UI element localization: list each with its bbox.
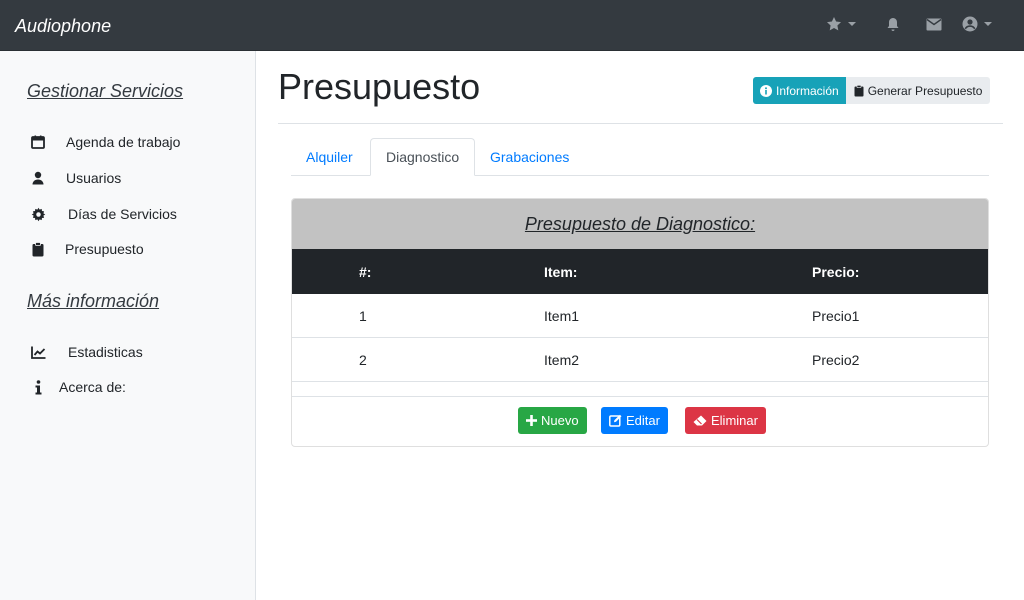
user-circle-icon	[962, 16, 978, 32]
info-button-label: Información	[776, 83, 839, 98]
bell-icon	[887, 17, 899, 31]
delete-button-label: Eliminar	[711, 413, 758, 428]
title-divider	[278, 123, 1003, 124]
cell-price: Precio2	[812, 351, 860, 368]
sidebar-item-label: Usuarios	[66, 170, 122, 186]
gear-icon	[30, 206, 46, 222]
cell-item: Item2	[544, 351, 580, 368]
generate-budget-label: Generar Presupuesto	[867, 83, 983, 98]
clipboard-icon	[30, 241, 46, 257]
eraser-icon	[693, 415, 707, 426]
cell-price: Precio1	[812, 307, 860, 324]
sidebar-item-label: Presupuesto	[65, 241, 144, 257]
tab-bar: Alquiler Diagnostico Grabaciones	[291, 138, 989, 176]
header-button-group: Información Generar Presupuesto	[753, 77, 991, 104]
page-title: Presupuesto	[278, 66, 481, 107]
tab-alquiler[interactable]: Alquiler	[291, 138, 368, 176]
sidebar-item-label: Acerca de:	[59, 379, 126, 395]
top-navbar: Audiophone	[0, 0, 1024, 51]
tab-diagnostico[interactable]: Diagnostico	[370, 138, 476, 176]
info-circle-icon	[760, 84, 772, 97]
edit-button-label: Editar	[626, 413, 660, 428]
column-header-item: Item:	[544, 263, 578, 280]
envelope-icon	[926, 18, 942, 30]
sidebar-item-statistics[interactable]: Estadisticas	[30, 341, 143, 363]
sidebar-item-label: Estadisticas	[68, 344, 143, 360]
card-footer: Nuevo Editar Eliminar	[292, 396, 988, 446]
chevron-down-icon	[848, 22, 856, 26]
delete-button[interactable]: Eliminar	[685, 407, 766, 434]
user-icon	[30, 170, 46, 186]
edit-icon	[609, 414, 622, 427]
info-button[interactable]: Información	[753, 77, 846, 104]
chart-line-icon	[30, 344, 46, 360]
user-menu-dropdown[interactable]	[962, 16, 992, 32]
navbar-icons	[826, 16, 992, 32]
star-icon	[827, 17, 841, 31]
cell-number: 1	[359, 307, 367, 324]
budget-card: Presupuesto de Diagnostico: #: Item: Pre…	[291, 198, 989, 447]
table-row: 2 Item2 Precio2	[292, 338, 988, 382]
calendar-icon	[30, 134, 46, 150]
column-header-number: #:	[359, 263, 372, 280]
favorites-dropdown[interactable]	[826, 16, 856, 32]
sidebar-heading-more-info: Más información	[27, 291, 160, 311]
messages-button[interactable]	[926, 18, 942, 31]
table-row: 1 Item1 Precio1	[292, 294, 988, 338]
chevron-down-icon	[984, 22, 992, 26]
sidebar-item-budget[interactable]: Presupuesto	[30, 238, 144, 260]
cell-item: Item1	[544, 307, 580, 324]
tab-grabaciones[interactable]: Grabaciones	[475, 138, 584, 176]
sidebar-item-about[interactable]: Acerca de:	[30, 376, 126, 398]
edit-button[interactable]: Editar	[601, 407, 668, 434]
new-button-label: Nuevo	[541, 413, 579, 428]
sidebar-heading-services: Gestionar Servicios	[27, 81, 184, 101]
sidebar-item-agenda[interactable]: Agenda de trabajo	[30, 131, 180, 153]
sidebar-item-label: Días de Servicios	[68, 206, 177, 222]
column-header-price: Precio:	[812, 263, 860, 280]
new-button[interactable]: Nuevo	[518, 407, 587, 434]
sidebar-item-users[interactable]: Usuarios	[30, 167, 121, 189]
sidebar-item-label: Agenda de trabajo	[66, 134, 181, 150]
brand-logo[interactable]: Audiophone	[15, 16, 111, 37]
table-header: #: Item: Precio:	[292, 249, 988, 294]
sidebar: Gestionar Servicios Agenda de trabajo Us…	[0, 51, 256, 600]
sidebar-item-service-days[interactable]: Días de Servicios	[30, 203, 177, 225]
notifications-button[interactable]	[886, 17, 900, 32]
plus-icon	[526, 415, 537, 426]
card-title: Presupuesto de Diagnostico:	[524, 213, 756, 234]
card-header: Presupuesto de Diagnostico:	[292, 199, 988, 249]
info-icon	[30, 379, 46, 395]
generate-budget-button[interactable]: Generar Presupuesto	[845, 77, 991, 104]
cell-number: 2	[359, 351, 367, 368]
clipboard-icon	[854, 84, 864, 96]
